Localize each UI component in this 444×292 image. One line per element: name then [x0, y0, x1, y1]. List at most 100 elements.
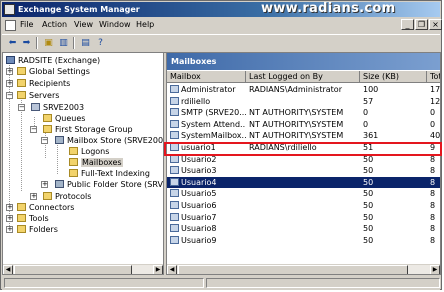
column-mailbox[interactable]: Mailbox — [167, 71, 246, 83]
cell-size: 361 — [363, 131, 379, 141]
expand-icon[interactable]: + — [41, 181, 48, 188]
tree-item-protocols[interactable]: Protocols — [43, 191, 91, 202]
menu-help[interactable]: Help — [136, 20, 154, 29]
tree-item-server[interactable]: SRVE2003 — [31, 102, 84, 113]
table-row[interactable]: Usuario3 50 8 — [167, 165, 440, 176]
restore-icon[interactable]: ❐ — [415, 19, 428, 30]
export-list-icon[interactable]: ▤ — [79, 37, 92, 49]
table-row[interactable]: Usuario8 50 8 — [167, 223, 440, 234]
tree-item-recipients[interactable]: Recipients — [17, 78, 70, 89]
pane-title: Mailboxes — [167, 53, 440, 70]
cell-last — [249, 177, 360, 188]
up-folder-icon[interactable]: ▣ — [42, 37, 55, 49]
help-icon[interactable]: ? — [94, 37, 107, 49]
cell-mailbox: Usuario8 — [170, 223, 246, 234]
menu-view[interactable]: View — [74, 20, 93, 29]
expand-icon[interactable]: + — [6, 80, 13, 87]
expand-icon[interactable]: + — [30, 193, 37, 200]
tree-horizontal-scrollbar[interactable]: ◀ ▶ — [3, 264, 163, 274]
tree-item-logons[interactable]: Logons — [69, 146, 109, 157]
cell-size: 0 — [363, 119, 369, 129]
cell-last — [249, 212, 360, 223]
expand-icon[interactable]: + — [6, 215, 13, 222]
table-row[interactable]: System Attend... NT AUTHORITY\SYSTEM 0 0 — [167, 119, 440, 130]
back-icon[interactable]: ⬅ — [6, 37, 19, 49]
mailbox-icon — [170, 212, 179, 221]
tree-item-global-settings[interactable]: Global Settings — [17, 66, 90, 77]
cell-last — [249, 235, 360, 246]
tree-item-mailbox-store[interactable]: Mailbox Store (SRVE2003) — [55, 135, 163, 146]
menu-action[interactable]: Action — [42, 20, 67, 29]
table-row[interactable]: Usuario7 50 8 — [167, 212, 440, 223]
scroll-right-icon[interactable]: ▶ — [430, 265, 440, 274]
table-row[interactable]: SystemMailbox... NT AUTHORITY\SYSTEM 361 40 — [167, 130, 440, 141]
expand-icon[interactable]: + — [6, 204, 13, 211]
collapse-icon[interactable]: − — [18, 104, 25, 111]
cell-tot: 12 — [430, 96, 441, 106]
tree-item-full-text-indexing[interactable]: Full-Text Indexing — [69, 168, 150, 179]
folder-icon — [69, 158, 78, 166]
forward-icon[interactable]: ➡ — [20, 37, 33, 49]
list-horizontal-scrollbar[interactable]: ◀ ▶ — [167, 264, 440, 274]
menu-window[interactable]: Window — [99, 20, 131, 29]
tree-item-public-folder-store[interactable]: Public Folder Store (SRVE2003) — [55, 179, 163, 190]
console-tree[interactable]: RADSITE (Exchange) + Global Settings + R… — [2, 52, 164, 275]
cell-mailbox: System Attend... — [170, 119, 246, 130]
tree-item-folders[interactable]: Folders — [17, 224, 58, 235]
scroll-thumb[interactable] — [14, 265, 132, 274]
minimize-icon[interactable]: _ — [401, 19, 414, 30]
cell-tot: 8 — [430, 189, 436, 199]
cell-last: RADIANS\Administrator — [249, 85, 342, 94]
folder-icon — [17, 214, 26, 222]
column-total[interactable]: Tot — [427, 71, 440, 83]
server-icon — [31, 103, 40, 111]
table-row[interactable]: SMTP (SRVE20... NT AUTHORITY\SYSTEM 0 0 — [167, 107, 440, 118]
cell-tot: 8 — [430, 177, 436, 187]
table-row[interactable]: Administrator RADIANS\Administrator 100 17 — [167, 84, 440, 95]
tree-item-tools[interactable]: Tools — [17, 213, 49, 224]
mdi-window-icon[interactable] — [5, 20, 16, 31]
tree-item-servers[interactable]: Servers — [17, 90, 59, 101]
toolbar: ⬅ ➡ ▣ ▥ ▤ ? — [2, 34, 440, 53]
scroll-right-icon[interactable]: ▶ — [153, 265, 163, 274]
tree-item-storage-group[interactable]: First Storage Group — [43, 124, 133, 135]
expand-icon[interactable]: + — [6, 68, 13, 75]
cell-tot: 8 — [430, 235, 436, 245]
cell-mailbox: rdiliello — [170, 96, 246, 107]
queues-icon — [43, 114, 52, 122]
tree-item-connectors[interactable]: Connectors — [17, 202, 74, 213]
show-hide-tree-icon[interactable]: ▥ — [57, 37, 70, 49]
collapse-icon[interactable]: − — [30, 126, 37, 133]
cell-size: 0 — [363, 108, 369, 118]
close-icon[interactable]: × — [429, 19, 442, 30]
cell-mailbox: SMTP (SRVE20... — [170, 107, 246, 118]
storage-group-icon — [43, 125, 52, 133]
table-row[interactable]: rdiliello 57 12 — [167, 96, 440, 107]
table-row[interactable]: Usuario6 50 8 — [167, 200, 440, 211]
column-size[interactable]: Size (KB) — [360, 71, 427, 83]
tree-root[interactable]: RADSITE (Exchange) — [6, 55, 100, 66]
scroll-left-icon[interactable]: ◀ — [167, 265, 177, 274]
menu-file[interactable]: File — [20, 20, 33, 29]
mailbox-icon — [170, 235, 179, 244]
cell-size: 50 — [363, 201, 374, 210]
table-row[interactable]: Usuario5 50 8 — [167, 188, 440, 199]
cell-mailbox: SystemMailbox... — [170, 130, 246, 141]
expand-icon[interactable]: + — [6, 226, 13, 233]
status-bar — [2, 277, 440, 290]
scroll-left-icon[interactable]: ◀ — [3, 265, 13, 274]
collapse-icon[interactable]: − — [41, 137, 48, 144]
column-last-logged-on-by[interactable]: Last Logged on By — [246, 71, 360, 83]
cell-tot: 8 — [430, 201, 436, 210]
toolbar-separator — [36, 37, 38, 49]
cell-mailbox: Usuario3 — [170, 165, 246, 176]
status-segment — [4, 278, 204, 288]
collapse-icon[interactable]: − — [6, 92, 13, 99]
tree-item-mailboxes[interactable]: Mailboxes — [69, 157, 123, 168]
tree-item-queues[interactable]: Queues — [43, 113, 85, 124]
scroll-thumb[interactable] — [178, 265, 408, 274]
cell-tot: 0 — [430, 108, 436, 118]
table-row[interactable]: Usuario9 50 8 — [167, 235, 440, 246]
table-row[interactable]: Usuario4 50 8 — [167, 176, 440, 188]
menu-bar: File Action View Window Help _ ❐ × — [2, 18, 442, 33]
